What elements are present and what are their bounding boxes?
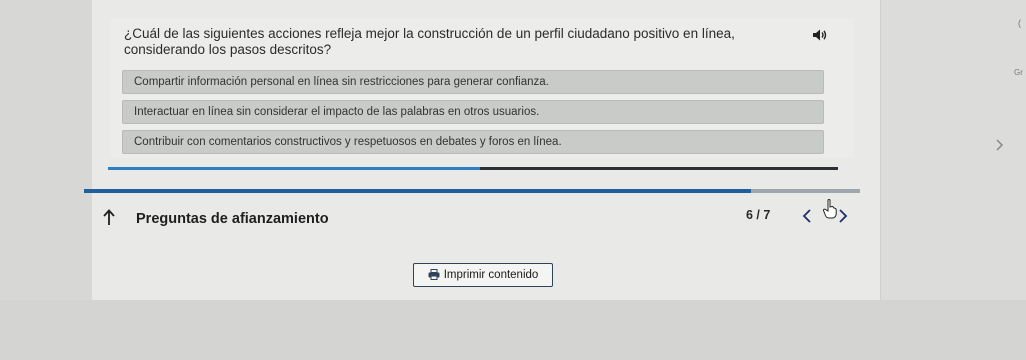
side-chevron-right-icon[interactable] [994, 138, 1004, 152]
corner-mark: ( [1018, 18, 1021, 28]
question-text: ¿Cuál de las siguientes acciones refleja… [124, 26, 735, 57]
print-content-button[interactable]: Imprimir contenido [413, 263, 553, 287]
print-button-label: Imprimir contenido [443, 269, 539, 281]
activity-progress-bar [108, 167, 838, 170]
side-panel-text: Gr [1014, 68, 1023, 77]
overall-progress-fill [84, 189, 752, 193]
printer-icon [428, 269, 440, 280]
page-counter: 6 / 7 [746, 208, 771, 222]
chevron-right-icon[interactable] [836, 206, 850, 226]
chevron-left-icon[interactable] [800, 206, 814, 226]
arrow-up-icon[interactable] [102, 208, 116, 226]
overall-progress-bar [84, 189, 860, 193]
speaker-icon[interactable] [812, 28, 828, 42]
answer-option-1[interactable]: Compartir información personal en línea … [122, 70, 824, 94]
answer-option-3[interactable]: Contribuir con comentarios constructivos… [122, 130, 824, 154]
section-title: Preguntas de afianzamiento [136, 211, 329, 227]
bottom-band [0, 300, 1026, 360]
answer-option-2[interactable]: Interactuar en línea sin considerar el i… [122, 100, 824, 124]
activity-progress-fill [108, 167, 481, 170]
